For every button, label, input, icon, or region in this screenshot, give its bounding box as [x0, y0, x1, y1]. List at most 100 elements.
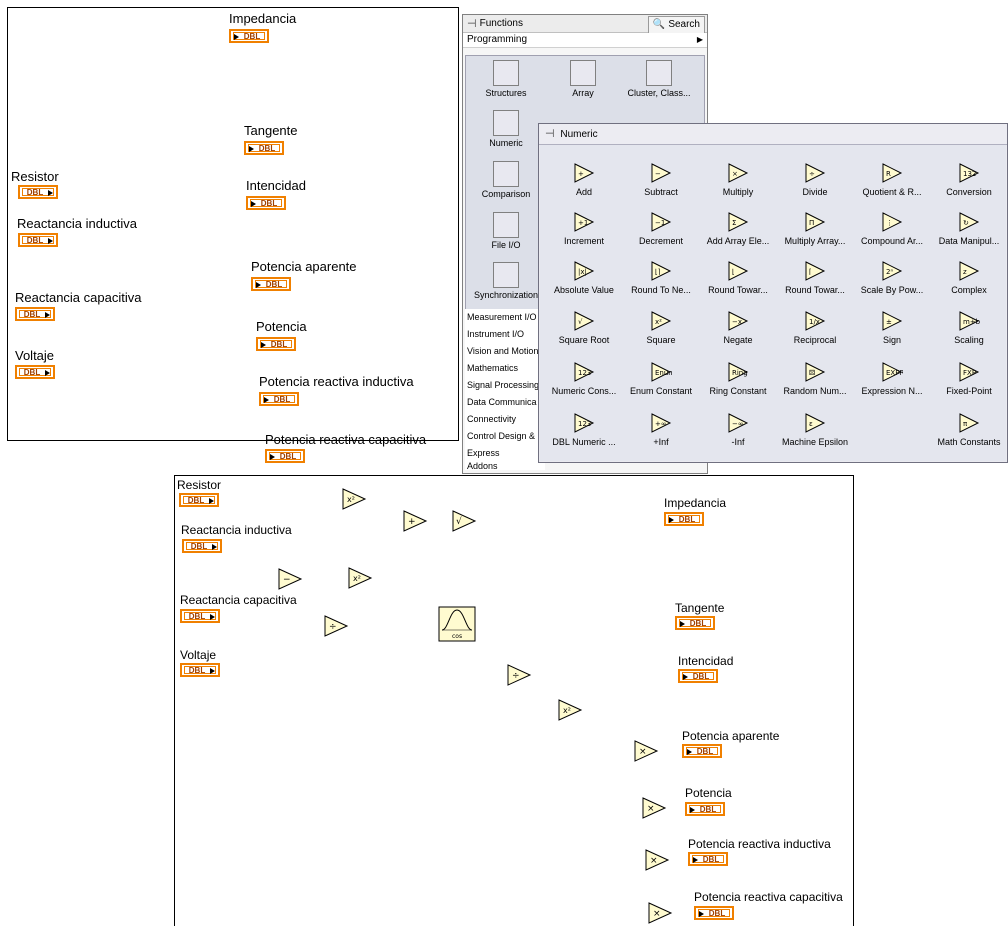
numeric-palette-item[interactable]: Σ Add Array Ele...	[699, 212, 777, 246]
numeric-palette-item[interactable]: ε Machine Epsilon	[776, 413, 854, 447]
numeric-palette-item[interactable]: m+b Scaling	[930, 311, 1008, 345]
pin-icon[interactable]: ⊣	[545, 128, 555, 140]
numeric-palette-item[interactable]: − Subtract	[622, 163, 700, 197]
multiply-node[interactable]: ×	[641, 796, 667, 820]
bd-reactancia-inductiva-terminal[interactable]: DBL	[182, 539, 222, 553]
list-item[interactable]: Connectivity	[465, 411, 545, 428]
category-comparison[interactable]: Comparison	[471, 161, 541, 199]
svg-text:x²: x²	[563, 706, 571, 715]
add-node[interactable]: +	[402, 509, 428, 533]
list-item[interactable]: Vision and Motion	[465, 343, 545, 360]
divide-node[interactable]: ÷	[323, 614, 349, 638]
numeric-palette-item[interactable]: z Complex	[930, 261, 1008, 295]
numeric-palette-item[interactable]: ⚄ Random Num...	[776, 362, 854, 396]
list-item[interactable]: Express	[465, 445, 545, 462]
numeric-palette-title-bar[interactable]: ⊣ Numeric	[539, 124, 1007, 145]
list-item[interactable]: Instrument I/O	[465, 326, 545, 343]
search-button[interactable]: 🔍 Search	[647, 16, 705, 34]
numeric-palette-item[interactable]: × Multiply	[699, 163, 777, 197]
numeric-palette-item[interactable]: Enum Enum Constant	[622, 362, 700, 396]
impedancia-indicator[interactable]: DBL	[229, 29, 269, 43]
numeric-palette-item[interactable]: 123 DBL Numeric ...	[545, 413, 623, 447]
numeric-palette-item[interactable]	[853, 413, 931, 437]
reactancia-inductiva-control[interactable]: DBL	[18, 233, 58, 247]
bd-tangente-terminal[interactable]: DBL	[675, 616, 715, 630]
numeric-palette-item[interactable]: ÷ Divide	[776, 163, 854, 197]
numeric-palette-item[interactable]: √ Square Root	[545, 311, 623, 345]
category-numeric[interactable]: Numeric	[471, 110, 541, 148]
pin-icon[interactable]: ⊣	[467, 17, 477, 30]
bd-intencidad-terminal[interactable]: DBL	[678, 669, 718, 683]
reactancia-capacitiva-control[interactable]: DBL	[15, 307, 55, 321]
numeric-palette-item[interactable]: π Math Constants	[930, 413, 1008, 447]
potencia-aparente-indicator[interactable]: DBL	[251, 277, 291, 291]
numeric-palette-item[interactable]: −x Negate	[699, 311, 777, 345]
multiply-node[interactable]: ×	[633, 739, 659, 763]
bd-reactancia-capacitiva-terminal[interactable]: DBL	[180, 609, 220, 623]
numeric-palette-item[interactable]: 2ⁿ Scale By Pow...	[853, 261, 931, 295]
numeric-palette-item[interactable]: +∞ +Inf	[622, 413, 700, 447]
subtract-node[interactable]: −	[277, 567, 303, 591]
numeric-palette-item[interactable]: 1/x Reciprocal	[776, 311, 854, 345]
category-array[interactable]: Array	[548, 60, 618, 98]
numeric-palette-item[interactable]: +1 Increment	[545, 212, 623, 246]
numeric-palette-item[interactable]: 123 Numeric Cons...	[545, 362, 623, 396]
potencia-reactiva-inductiva-indicator[interactable]: DBL	[259, 392, 299, 406]
numeric-palette-item[interactable]: 132 Conversion	[930, 163, 1008, 197]
numeric-palette-item[interactable]: ↻ Data Manipul...	[930, 212, 1008, 246]
numeric-palette-item[interactable]: + Add	[545, 163, 623, 197]
numeric-palette-item[interactable]: |x| Absolute Value	[545, 261, 623, 295]
numeric-palette-item[interactable]: −1 Decrement	[622, 212, 700, 246]
bd-potencia-reactiva-capacitiva-terminal[interactable]: DBL	[694, 906, 734, 920]
bd-resistor-terminal[interactable]: DBL	[179, 493, 219, 507]
square-node[interactable]: x²	[341, 487, 367, 511]
bd-potencia-reactiva-inductiva-terminal[interactable]: DBL	[688, 852, 728, 866]
numeric-palette-item[interactable]: ± Sign	[853, 311, 931, 345]
numeric-palette-item[interactable]: ⌊⌉ Round To Ne...	[622, 261, 700, 295]
category-list: Measurement I/O Instrument I/O Vision an…	[465, 309, 545, 470]
potencia-indicator[interactable]: DBL	[256, 337, 296, 351]
numeric-palette-item[interactable]: Ring Ring Constant	[699, 362, 777, 396]
numeric-palette-item[interactable]: R Quotient & R...	[853, 163, 931, 197]
category-synchronization[interactable]: Synchronization	[471, 262, 541, 300]
programming-category[interactable]: Programming ▶	[463, 33, 707, 48]
divide-node[interactable]: ÷	[506, 663, 532, 687]
numeric-palette-item[interactable]: FXP Fixed-Point	[930, 362, 1008, 396]
category-structures[interactable]: Structures	[471, 60, 541, 98]
list-item[interactable]: Control Design &	[465, 428, 545, 445]
square-node[interactable]: x²	[557, 698, 583, 722]
numeric-palette-item[interactable]: −∞ -Inf	[699, 413, 777, 447]
list-item[interactable]: Addons	[465, 462, 545, 470]
list-item[interactable]: Measurement I/O	[465, 309, 545, 326]
potencia-reactiva-inductiva-label: Potencia reactiva inductiva	[259, 374, 414, 389]
square-root-node[interactable]: √	[451, 509, 477, 533]
bd-potencia-label: Potencia	[685, 786, 732, 800]
list-item[interactable]: Signal Processing	[465, 377, 545, 394]
bd-potencia-terminal[interactable]: DBL	[685, 802, 725, 816]
voltaje-control[interactable]: DBL	[15, 365, 55, 379]
functions-palette-title-bar[interactable]: ⊣ Functions 🔍 Search	[463, 15, 707, 34]
bd-impedancia-terminal[interactable]: DBL	[664, 512, 704, 526]
numeric-palette-item[interactable]: ⋮ Compound Ar...	[853, 212, 931, 246]
intencidad-indicator[interactable]: DBL	[246, 196, 286, 210]
multiply-node[interactable]: ×	[644, 848, 670, 872]
numeric-palette-item[interactable]: ⌈ Round Towar...	[776, 261, 854, 295]
multiply-node[interactable]: ×	[647, 901, 673, 925]
numeric-palette-item[interactable]: Π Multiply Array...	[776, 212, 854, 246]
potencia-reactiva-capacitiva-indicator[interactable]: DBL	[265, 449, 305, 463]
tangente-indicator[interactable]: DBL	[244, 141, 284, 155]
numeric-palette-item[interactable]: EXPR Expression N...	[853, 362, 931, 396]
bd-voltaje-terminal[interactable]: DBL	[180, 663, 220, 677]
category-file-io[interactable]: File I/O	[471, 212, 541, 250]
resistor-control[interactable]: DBL	[18, 185, 58, 199]
svg-text:+: +	[578, 170, 584, 178]
list-item[interactable]: Mathematics	[465, 360, 545, 377]
cosine-node[interactable]: cos	[438, 606, 476, 642]
numeric-palette-item[interactable]: ⌊ Round Towar...	[699, 261, 777, 295]
category-cluster[interactable]: Cluster, Class...	[624, 60, 694, 98]
square-node[interactable]: x²	[347, 566, 373, 590]
bd-potencia-aparente-terminal[interactable]: DBL	[682, 744, 722, 758]
list-item[interactable]: Data Communica	[465, 394, 545, 411]
cluster-icon	[646, 60, 672, 86]
numeric-palette-item[interactable]: x² Square	[622, 311, 700, 345]
